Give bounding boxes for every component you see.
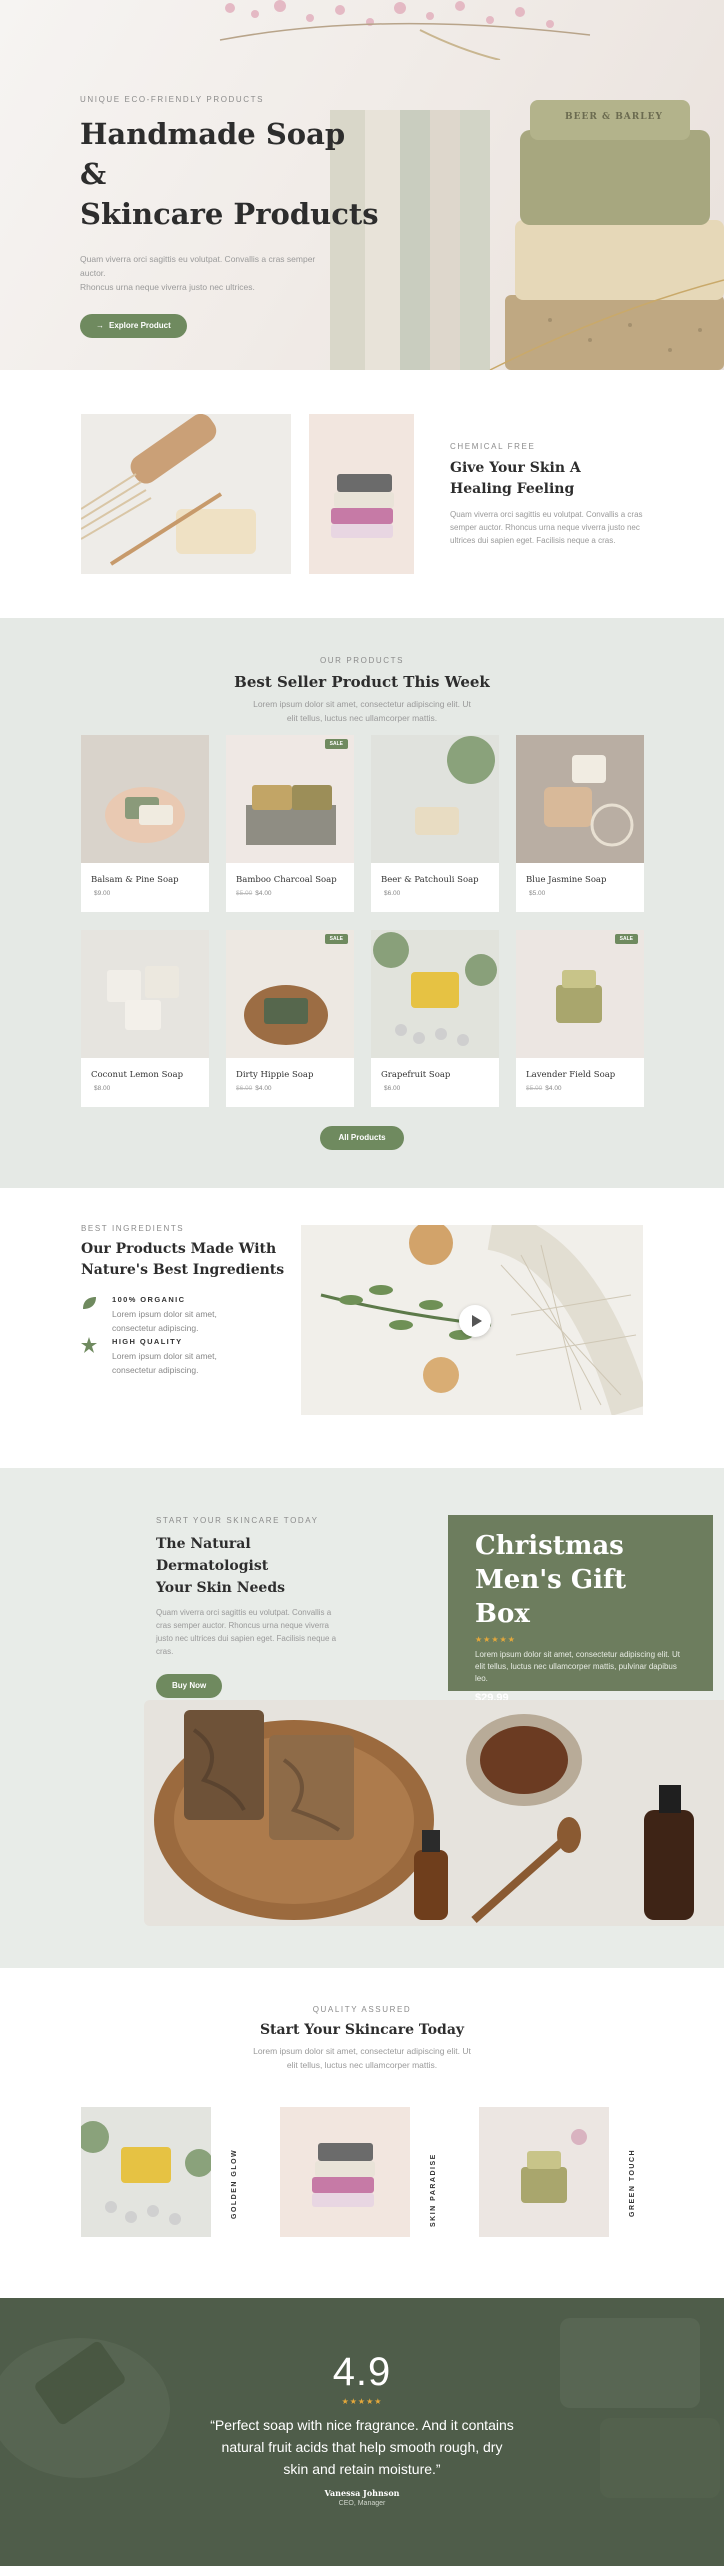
product-name: Dirty Hippie Soap	[236, 1070, 314, 1080]
skincare-kicker: QUALITY ASSURED	[312, 2005, 412, 2014]
promo-title: The Natural Dermatologist Your Skin Needs	[156, 1536, 286, 1596]
rating-stars: ★★★★★	[341, 2397, 383, 2406]
hero-title: Handmade Soap & Skincare Products	[80, 117, 379, 231]
skincare-item-label: GREEN TOUCH	[629, 2148, 636, 2217]
soap-stack-pink-image	[309, 414, 414, 574]
product-price: $9.00	[94, 890, 111, 897]
skincare-item-image[interactable]	[280, 2107, 410, 2237]
product-name: Balsam & Pine Soap	[91, 875, 179, 885]
gift-box-title: Christmas Men's Gift Box	[475, 1531, 627, 1629]
skincare-section: QUALITY ASSURED Start Your Skincare Toda…	[0, 1968, 724, 2298]
feature-description: Lorem ipsum dolor sit amet, consectetur a…	[112, 1309, 217, 1333]
skincare-item-image[interactable]	[479, 2107, 609, 2237]
product-image	[371, 930, 499, 1058]
skincare-item-label: GOLDEN GLOW	[231, 2148, 238, 2219]
feature-item: HIGH QUALITY Lorem ipsum dolor sit amet,…	[81, 1337, 311, 1377]
best-seller-description: Lorem ipsum dolor sit amet, consectetur …	[253, 699, 471, 723]
product-image	[516, 735, 644, 863]
product-price: $5.00 $4.00	[236, 890, 272, 897]
product-card[interactable]: Grapefruit Soap $6.00	[371, 930, 499, 1107]
promo-section: START YOUR SKINCARE TODAY The Natural Der…	[0, 1468, 724, 1968]
product-image	[516, 930, 644, 1058]
testimonial-role: CEO, Manager	[338, 2500, 386, 2507]
sale-badge: SALE	[614, 934, 638, 944]
best-seller-kicker: OUR PRODUCTS	[319, 656, 405, 665]
testimonial-author: Vanessa Johnson	[324, 2488, 400, 2498]
skincare-title: Start Your Skincare Today	[259, 2022, 465, 2038]
chemical-free-section: CHEMICAL FREE Give Your Skin A Healing Fe…	[0, 370, 724, 618]
product-price: $5.00	[529, 890, 546, 897]
product-image	[81, 735, 209, 863]
feature-title: 100% ORGANIC	[112, 1295, 186, 1304]
product-card[interactable]: SALE Lavender Field Soap $5.00 $4.00	[516, 930, 644, 1107]
hero-section: BEER & BARLEY UNIQUE ECO-FRIENDLY PRODUC…	[0, 0, 724, 370]
product-card[interactable]: Blue Jasmine Soap $5.00	[516, 735, 644, 912]
play-button[interactable]	[459, 1305, 491, 1337]
product-price: $5.00 $4.00	[526, 1085, 562, 1092]
chemical-kicker: CHEMICAL FREE	[450, 442, 536, 451]
product-card[interactable]: Coconut Lemon Soap $8.00	[81, 930, 209, 1107]
product-price: $6.00 $4.00	[236, 1085, 272, 1092]
best-seller-title: Best Seller Product This Week	[234, 673, 490, 691]
product-card[interactable]: Beer & Patchouli Soap $6.00	[371, 735, 499, 912]
product-price: $6.00	[384, 890, 401, 897]
soap-stamp-text: BEER & BARLEY	[565, 112, 663, 122]
promo-kicker: START YOUR SKINCARE TODAY	[156, 1516, 319, 1525]
sale-badge: SALE	[324, 934, 348, 944]
product-image	[371, 735, 499, 863]
product-name: Coconut Lemon Soap	[91, 1070, 184, 1080]
product-price: $8.00	[94, 1085, 111, 1092]
rating-value: 4.9	[332, 2350, 392, 2394]
testimonial-quote: “Perfect soap with nice fragrance. And i…	[210, 2417, 514, 2477]
gift-box-description: Lorem ipsum dolor sit amet, consectetur …	[475, 1650, 680, 1683]
feature-description: Lorem ipsum dolor sit amet, consectetur a…	[112, 1351, 217, 1375]
product-price: $6.00	[384, 1085, 401, 1092]
gift-box-card[interactable]: Christmas Men's Gift Box ★★★★★ Lorem ipsu…	[448, 1515, 713, 1704]
product-card[interactable]: SALE Dirty Hippie Soap $6.00 $4.00	[226, 930, 354, 1107]
sale-badge: SALE	[324, 739, 348, 749]
buy-now-button[interactable]: Buy Now	[156, 1674, 223, 1698]
skincare-item-label: SKIN PARADISE	[430, 2153, 437, 2227]
product-card[interactable]: SALE Bamboo Charcoal Soap $5.00 $4.00	[226, 735, 354, 912]
rating-stars: ★★★★★	[475, 1635, 516, 1644]
product-name: Blue Jasmine Soap	[526, 875, 607, 885]
ingredients-video[interactable]	[301, 1225, 643, 1415]
arrow-right-icon: →	[96, 321, 104, 330]
brush-soap-image	[81, 414, 291, 574]
explore-product-button[interactable]: → Explore Product	[80, 314, 187, 338]
product-name: Bamboo Charcoal Soap	[236, 875, 337, 885]
product-image	[226, 735, 354, 863]
play-icon	[472, 1315, 482, 1327]
feature-title: HIGH QUALITY	[112, 1337, 183, 1346]
promo-description: Quam viverra orci sagittis eu volutpat. …	[156, 1608, 337, 1656]
ingredients-title: Our Products Made With Nature's Best Ingr…	[81, 1241, 285, 1278]
product-name: Beer & Patchouli Soap	[381, 875, 479, 885]
product-card[interactable]: Balsam & Pine Soap $9.00	[81, 735, 209, 912]
chemical-title: Give Your Skin A Healing Feeling	[450, 460, 581, 497]
best-seller-section: OUR PRODUCTS Best Seller Product This We…	[0, 618, 724, 1188]
star-icon	[81, 1337, 97, 1353]
testimonial-section: 4.9 ★★★★★ “Perfect soap with nice fragra…	[0, 2298, 724, 2566]
skincare-description: Lorem ipsum dolor sit amet, consectetur …	[253, 2046, 471, 2070]
feature-item: 100% ORGANIC Lorem ipsum dolor sit amet,…	[81, 1295, 311, 1335]
product-name: Lavender Field Soap	[526, 1070, 616, 1080]
chemical-description: Quam viverra orci sagittis eu volutpat. …	[450, 510, 643, 545]
product-name: Grapefruit Soap	[381, 1070, 451, 1080]
hero-kicker: UNIQUE ECO-FRIENDLY PRODUCTS	[80, 95, 265, 104]
hero-description: Quam viverra orci sagittis eu volutpat. …	[80, 254, 316, 292]
soap-bars-wooden-board-image	[144, 1700, 724, 1926]
ingredients-kicker: BEST INGREDIENTS	[81, 1224, 185, 1233]
skincare-item-image[interactable]	[81, 2107, 211, 2237]
all-products-button[interactable]: All Products	[320, 1126, 404, 1150]
dried-flowers-image	[219, 0, 591, 60]
product-image	[226, 930, 354, 1058]
product-image	[81, 930, 209, 1058]
leaf-icon	[83, 1297, 96, 1309]
ingredients-section: BEST INGREDIENTS Our Products Made With N…	[0, 1188, 724, 1468]
